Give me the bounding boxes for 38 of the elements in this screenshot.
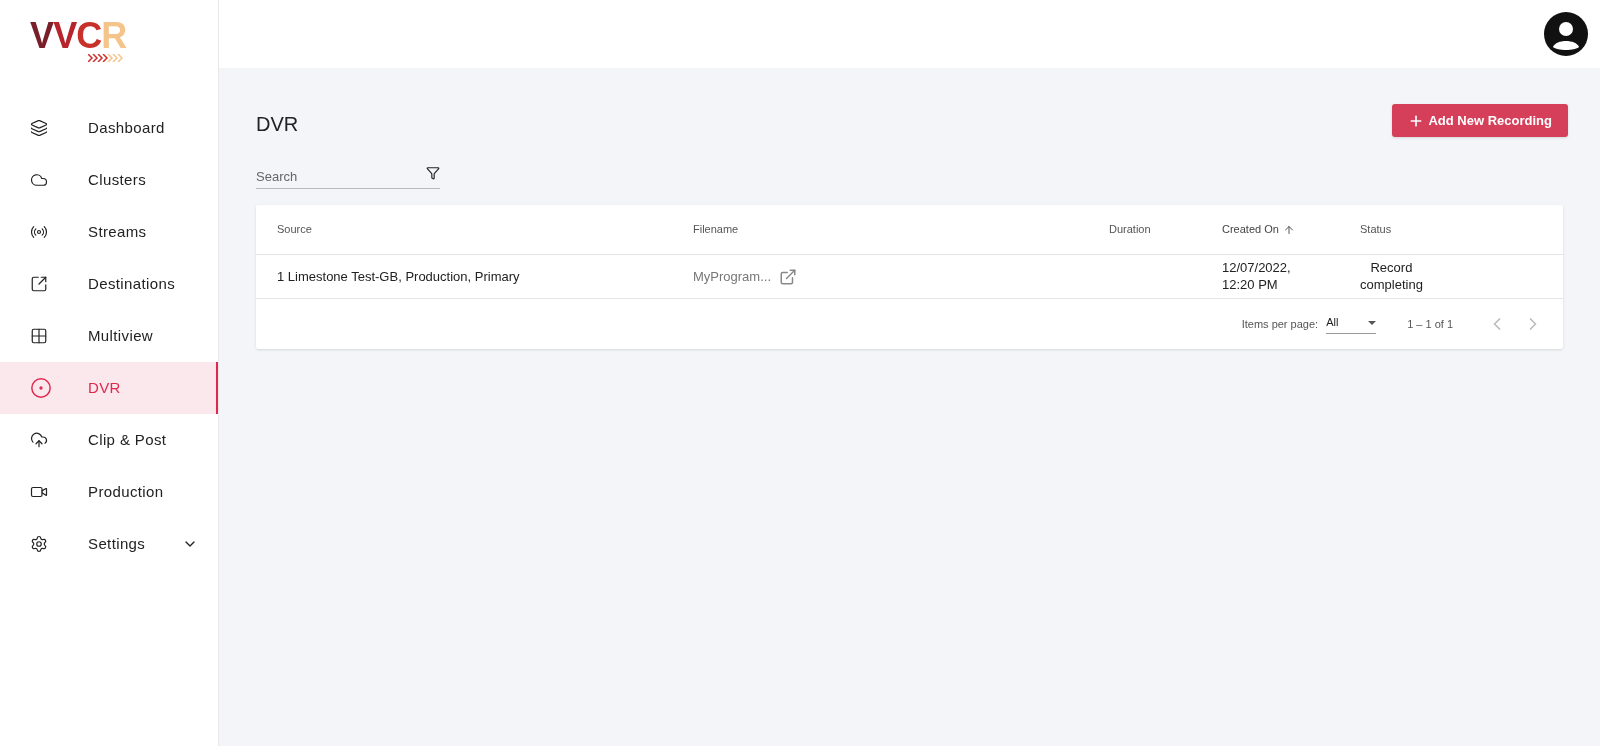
table-cell: 12/07/2022, 12:20 PM <box>1222 258 1291 293</box>
column-header[interactable]: Created On <box>1222 221 1279 238</box>
sort-arrow-icon[interactable] <box>1282 223 1295 236</box>
layers-icon <box>30 119 48 137</box>
filter-icon[interactable] <box>426 165 440 180</box>
items-per-page-select[interactable]: All <box>1326 314 1377 334</box>
external-link-icon[interactable] <box>779 267 797 286</box>
sidebar-item[interactable]: Dashboard <box>0 102 218 154</box>
page-range: 1 – 1 of 1 <box>1407 316 1453 332</box>
column-header[interactable]: Status <box>1360 221 1392 238</box>
sidebar-item[interactable]: Clip & Post <box>0 414 218 466</box>
sidebar-item[interactable]: Multiview <box>0 310 218 362</box>
page-title: DVR <box>256 112 299 137</box>
target-icon <box>30 377 52 399</box>
sidebar-item[interactable]: DVR <box>0 362 218 414</box>
avatar-icon[interactable] <box>1544 12 1588 56</box>
sidebar-item[interactable]: Streams <box>0 206 218 258</box>
cloud-icon <box>30 171 48 189</box>
add-recording-button[interactable]: Add New Recording <box>1392 104 1568 137</box>
column-header[interactable]: Source <box>277 221 312 238</box>
items-per-page-label: Items per page: <box>1241 316 1319 332</box>
settings-icon <box>30 535 48 553</box>
sidebar-item[interactable]: Clusters <box>0 154 218 206</box>
table-cell: Record completing <box>1360 258 1423 293</box>
external-link-icon <box>30 275 48 293</box>
sidebar-item[interactable]: Production <box>0 466 218 518</box>
broadcast-icon <box>30 223 48 241</box>
cloud-upload-icon <box>30 431 48 449</box>
table-cell-text: 1 Limestone Test-GB, Production, Primary <box>277 267 521 286</box>
sidebar-item[interactable]: Settings <box>0 518 218 570</box>
column-header[interactable]: Duration <box>1109 221 1151 238</box>
logo: VVCR <box>30 18 127 62</box>
table-cell-text: MyProgram... <box>693 267 771 286</box>
dropdown-arrow-icon <box>1368 320 1377 325</box>
grid-icon <box>30 327 48 345</box>
search-field[interactable]: Search <box>256 165 426 188</box>
column-header[interactable]: Filename <box>693 221 739 238</box>
sidebar-item[interactable]: Destinations <box>0 258 218 310</box>
